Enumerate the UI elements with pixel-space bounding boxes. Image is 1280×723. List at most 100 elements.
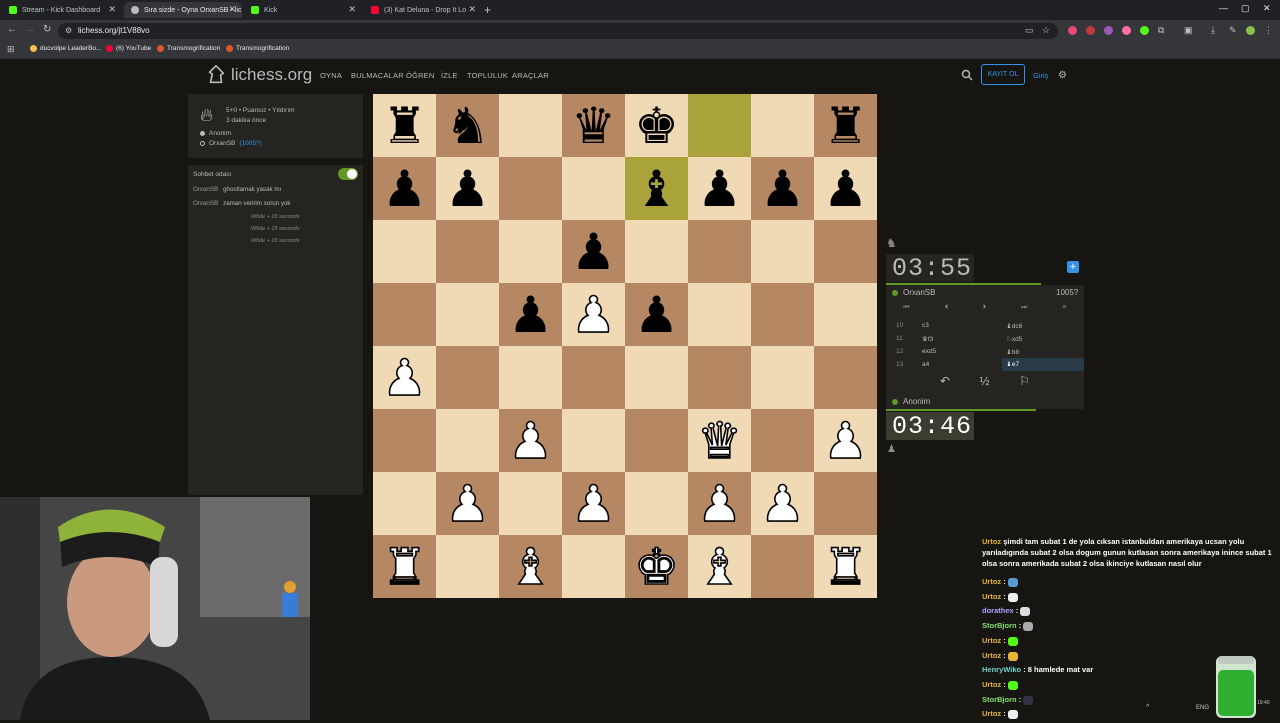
close-icon[interactable]: ✕ — [468, 4, 476, 15]
board-square[interactable]: ♟ — [625, 283, 688, 346]
white-pawn-icon[interactable]: ♟ — [570, 478, 616, 530]
back-icon[interactable]: ← — [7, 24, 17, 35]
puzzle-icon[interactable]: ⧉ — [1158, 25, 1164, 36]
browser-tab-youtube[interactable]: (3) Kat Deluna - Drop It Lo ✕ — [364, 2, 482, 18]
browser-tab-lichess[interactable]: Sıra sizde - Oyna OrxanSB • lic ✕ — [124, 2, 242, 18]
url-text[interactable]: lichess.org/jt1V88vo — [78, 26, 150, 35]
board-square[interactable] — [751, 220, 814, 283]
board-square[interactable]: ♝ — [625, 157, 688, 220]
white-pawn-icon[interactable]: ♟ — [507, 415, 553, 467]
board-square[interactable] — [499, 472, 562, 535]
black-pawn-icon[interactable]: ♟ — [760, 164, 805, 214]
white-pawn-icon[interactable]: ♟ — [444, 478, 490, 530]
board-square[interactable]: ♚ — [625, 535, 688, 598]
white-pawn-icon[interactable]: ♟ — [759, 478, 805, 530]
board-square[interactable]: ♟ — [688, 157, 751, 220]
menu-icon[interactable]: ≡ — [1062, 304, 1066, 318]
resign-flag-icon[interactable]: ⚐ — [1019, 374, 1030, 388]
black-queen-icon[interactable]: ♛ — [571, 101, 616, 151]
board-square[interactable] — [562, 409, 625, 472]
minimize-icon[interactable]: — — [1219, 3, 1228, 13]
cast-icon[interactable]: ▭ — [1025, 25, 1034, 36]
board-square[interactable]: ♟ — [688, 472, 751, 535]
black-king-icon[interactable]: ♚ — [634, 101, 679, 151]
board-square[interactable]: ♛ — [688, 409, 751, 472]
black-bishop-icon[interactable]: ♝ — [634, 164, 679, 214]
draw-offer-icon[interactable]: ½ — [980, 374, 990, 388]
board-square[interactable]: ♟ — [436, 157, 499, 220]
board-square[interactable] — [688, 283, 751, 346]
close-icon[interactable]: ✕ — [228, 4, 236, 15]
last-move-icon[interactable]: ⏭ — [1021, 304, 1027, 318]
extension-icon[interactable] — [1086, 26, 1095, 35]
board-square[interactable] — [499, 157, 562, 220]
board-square[interactable]: ♟ — [499, 409, 562, 472]
bookmark-star-icon[interactable]: ☆ — [1042, 25, 1050, 36]
board-square[interactable] — [751, 283, 814, 346]
nav-puzzles[interactable]: BULMACALAR — [351, 71, 404, 80]
nav-play[interactable]: OYNA — [320, 71, 342, 80]
white-pawn-icon[interactable]: ♟ — [696, 478, 742, 530]
board-square[interactable] — [814, 283, 877, 346]
url-field[interactable] — [58, 23, 1058, 39]
white-bishop-icon[interactable]: ♝ — [507, 541, 553, 593]
white-pawn-icon[interactable]: ♟ — [822, 415, 868, 467]
board-square[interactable] — [562, 157, 625, 220]
board-square[interactable] — [562, 535, 625, 598]
search-icon[interactable] — [961, 69, 973, 81]
board-square[interactable]: ♟ — [814, 409, 877, 472]
tray-arrow-icon[interactable]: ^ — [1146, 704, 1149, 711]
board-square[interactable]: ♜ — [814, 535, 877, 598]
black-pawn-icon[interactable]: ♟ — [697, 164, 742, 214]
black-pawn-icon[interactable]: ♟ — [445, 164, 490, 214]
board-square[interactable] — [688, 220, 751, 283]
board-square[interactable] — [436, 283, 499, 346]
black-pawn-icon[interactable]: ♟ — [382, 164, 427, 214]
lichess-logo-icon[interactable] — [205, 64, 227, 86]
board-square[interactable] — [436, 346, 499, 409]
signup-button[interactable]: KAYIT OL — [981, 64, 1025, 85]
close-window-icon[interactable]: ✕ — [1263, 3, 1271, 14]
board-square[interactable] — [436, 409, 499, 472]
board-square[interactable] — [814, 472, 877, 535]
board-square[interactable] — [499, 346, 562, 409]
board-square[interactable] — [499, 94, 562, 157]
board-square[interactable] — [751, 535, 814, 598]
nav-watch[interactable]: İZLE — [441, 71, 458, 80]
board-square[interactable] — [436, 220, 499, 283]
board-square[interactable] — [625, 472, 688, 535]
extension-icon[interactable] — [1140, 26, 1149, 35]
board-square[interactable] — [751, 94, 814, 157]
menu-dots-icon[interactable]: ⋮ — [1264, 25, 1273, 36]
login-link[interactable]: Giriş — [1033, 71, 1048, 80]
prev-move-icon[interactable]: ⏴ — [945, 304, 949, 318]
white-pawn-icon[interactable]: ♟ — [570, 289, 616, 341]
bookmark-item[interactable]: (6) YouTube — [106, 45, 151, 52]
board-square[interactable]: ♟ — [562, 283, 625, 346]
board-square[interactable] — [625, 409, 688, 472]
board-square[interactable]: ♟ — [436, 472, 499, 535]
board-square[interactable] — [373, 283, 436, 346]
board-square[interactable] — [751, 346, 814, 409]
forward-icon[interactable]: → — [25, 24, 35, 35]
board-square[interactable] — [688, 94, 751, 157]
download-icon[interactable]: ⤓ — [1211, 25, 1215, 36]
board-square[interactable] — [814, 346, 877, 409]
chat-toggle[interactable] — [338, 168, 358, 180]
board-square[interactable]: ♟ — [562, 472, 625, 535]
browser-tab-kick-dashboard[interactable]: Stream - Kick Dashboard ✕ — [2, 2, 122, 18]
board-square[interactable] — [373, 409, 436, 472]
black-pawn-icon[interactable]: ♟ — [508, 290, 553, 340]
avatar[interactable] — [1246, 26, 1255, 35]
board-square[interactable] — [436, 535, 499, 598]
extension-icon[interactable] — [1122, 26, 1131, 35]
gear-icon[interactable]: ⚙ — [1058, 70, 1067, 81]
board-square[interactable] — [373, 220, 436, 283]
site-name[interactable]: lichess.org — [231, 65, 312, 85]
browser-tab-kick[interactable]: Kick ✕ — [244, 2, 362, 18]
white-bishop-icon[interactable]: ♝ — [696, 541, 742, 593]
board-square[interactable]: ♝ — [688, 535, 751, 598]
board-square[interactable] — [562, 346, 625, 409]
new-tab-icon[interactable]: + — [484, 3, 491, 17]
white-rook-icon[interactable]: ♜ — [822, 541, 868, 593]
